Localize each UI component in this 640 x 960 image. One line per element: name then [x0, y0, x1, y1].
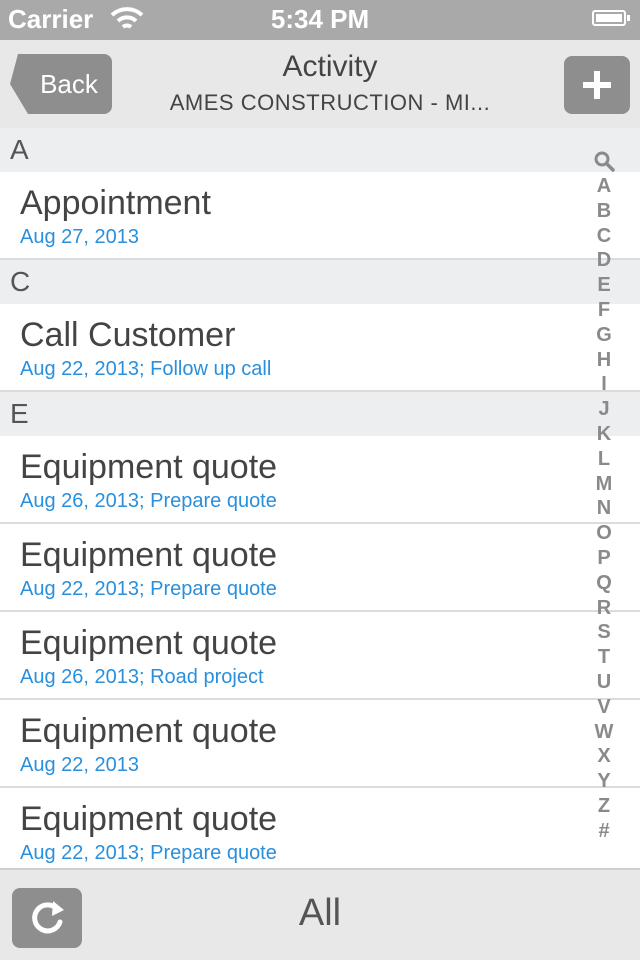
index-letter[interactable]: X: [597, 744, 610, 769]
list-item-title: Equipment quote: [20, 712, 278, 750]
index-letter[interactable]: #: [598, 819, 609, 844]
index-letter[interactable]: E: [597, 273, 610, 298]
list-item[interactable]: Appointment Aug 27, 2013: [0, 172, 640, 260]
page-title: Activity: [282, 50, 378, 83]
navigation-bar: Back Activity AMES CONSTRUCTION - MI...: [0, 40, 640, 128]
index-letter[interactable]: M: [596, 472, 613, 497]
list-item[interactable]: Call Customer Aug 22, 2013; Follow up ca…: [0, 304, 640, 392]
index-letter[interactable]: A: [597, 174, 611, 199]
list-item-title: Appointment: [20, 184, 211, 222]
index-letter[interactable]: S: [597, 620, 610, 645]
index-letter[interactable]: Z: [598, 794, 610, 819]
plus-icon: [583, 71, 611, 99]
search-icon[interactable]: [593, 150, 615, 172]
index-letter[interactable]: C: [597, 224, 611, 249]
list-item-subtitle: Aug 22, 2013; Prepare quote: [20, 842, 277, 864]
status-bar: Carrier 5:34 PM: [0, 0, 640, 40]
list-item-title: Equipment quote: [20, 800, 278, 838]
list-item-title: Equipment quote: [20, 448, 278, 486]
list-item[interactable]: Equipment quote Aug 26, 2013; Road proje…: [0, 612, 640, 700]
list-item-title: Equipment quote: [20, 624, 278, 662]
section-index[interactable]: A B C D E F G H I J K L M N O P Q R S T …: [586, 150, 622, 844]
index-letter[interactable]: H: [597, 348, 611, 373]
index-letter[interactable]: D: [597, 248, 611, 273]
section-header-c: C: [0, 260, 640, 304]
section-header-e: E: [0, 392, 640, 436]
list-item-subtitle: Aug 22, 2013: [20, 754, 139, 776]
index-letter[interactable]: V: [597, 695, 610, 720]
filter-label: All: [298, 892, 342, 934]
list-item-subtitle: Aug 22, 2013; Follow up call: [20, 358, 272, 380]
index-letter[interactable]: I: [601, 372, 607, 397]
index-letter[interactable]: K: [597, 422, 611, 447]
bottom-toolbar: All: [0, 868, 640, 960]
section-letter: E: [10, 398, 29, 429]
list-item[interactable]: Equipment quote Aug 22, 2013; Prepare qu…: [0, 788, 640, 876]
index-letter[interactable]: G: [596, 323, 612, 348]
index-letter[interactable]: B: [597, 199, 611, 224]
index-letter[interactable]: W: [595, 720, 614, 745]
list-item[interactable]: Equipment quote Aug 22, 2013; Prepare qu…: [0, 524, 640, 612]
clock: 5:34 PM: [270, 4, 370, 34]
index-letter[interactable]: T: [598, 645, 610, 670]
list-item-subtitle: Aug 26, 2013; Road project: [20, 666, 264, 688]
list-item[interactable]: Equipment quote Aug 22, 2013: [0, 700, 640, 788]
page-subtitle: AMES CONSTRUCTION - MI...: [169, 90, 491, 115]
list-item-subtitle: Aug 22, 2013; Prepare quote: [20, 578, 277, 600]
list-item[interactable]: Equipment quote Aug 26, 2013; Prepare qu…: [0, 436, 640, 524]
index-letter[interactable]: O: [596, 521, 612, 546]
section-header-a: A: [0, 128, 640, 172]
list-item-title: Equipment quote: [20, 536, 278, 574]
add-button[interactable]: [564, 56, 630, 114]
index-letter[interactable]: N: [597, 496, 611, 521]
index-letter[interactable]: U: [597, 670, 611, 695]
back-button-label: Back: [40, 69, 98, 99]
list-item-title: Call Customer: [20, 316, 236, 354]
index-letter[interactable]: J: [598, 397, 609, 422]
list-item-subtitle: Aug 26, 2013; Prepare quote: [20, 490, 277, 512]
index-letter[interactable]: P: [597, 546, 610, 571]
back-button[interactable]: Back: [10, 54, 112, 114]
section-letter: C: [10, 266, 31, 297]
index-letter[interactable]: F: [598, 298, 610, 323]
index-letter[interactable]: L: [598, 447, 610, 472]
index-letter[interactable]: Y: [597, 769, 610, 794]
list-item-subtitle: Aug 27, 2013: [20, 226, 139, 248]
battery-icon: [592, 10, 630, 26]
index-letter[interactable]: R: [597, 596, 611, 621]
section-letter: A: [10, 134, 29, 165]
index-letter[interactable]: Q: [596, 571, 612, 596]
